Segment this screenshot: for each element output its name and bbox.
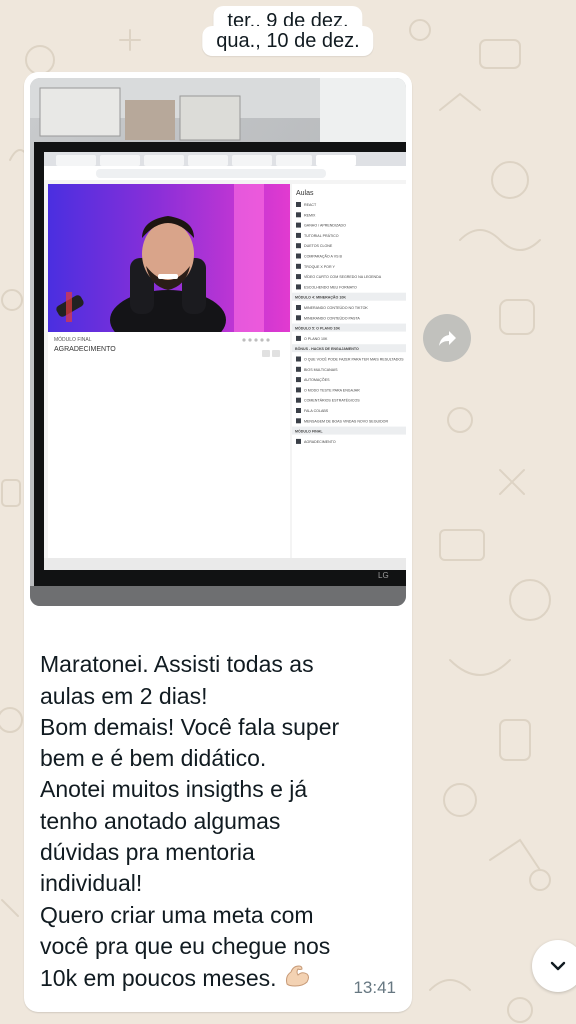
message-text: Maratonei. Assisti todas as aulas em 2 d…	[40, 618, 400, 995]
sidebar-checkbox	[296, 284, 301, 290]
sidebar-lesson[interactable]: REACT	[304, 203, 317, 207]
sidebar-lesson[interactable]: TUTORIAL PRÁTICO	[304, 234, 339, 238]
message-line: Bom demais! Você fala super	[40, 713, 340, 740]
sidebar-checkbox	[296, 263, 301, 269]
sidebar-checkbox	[296, 335, 301, 341]
message-line: tenho anotado algumas	[40, 807, 281, 834]
sidebar-checkbox	[296, 243, 301, 249]
sidebar-checkbox	[296, 356, 301, 362]
message-line: aulas em 2 dias!	[40, 682, 208, 709]
sidebar-lesson[interactable]: MINERANDO CONTEÚDO NO TIKTOK	[304, 305, 368, 310]
sidebar-section-title: BÔNUS - HACKS DE ENGAJAMENTO	[295, 346, 359, 351]
monitor-brand: LG	[378, 571, 389, 580]
message-time: 13:41	[353, 978, 396, 997]
sidebar-checkbox	[296, 202, 301, 207]
sidebar-checkbox	[296, 397, 301, 403]
sidebar-lesson[interactable]: REMIX	[304, 213, 316, 217]
date-separator: qua., 10 de dez.	[202, 26, 374, 56]
sidebar-lesson[interactable]: O QUE VOCÊ PODE FAZER PARA TER MAIS RESU…	[304, 357, 404, 362]
sidebar-checkbox	[296, 274, 301, 280]
message-line: dúvidas pra mentoria	[40, 839, 255, 866]
sidebar-section-title: MÓDULO FINAL	[295, 429, 323, 434]
sidebar-lesson[interactable]: DUETOS CLONE	[304, 244, 333, 248]
message-line: Quero criar uma meta com	[40, 901, 314, 928]
message-line: Maratonei. Assisti todas as	[40, 651, 314, 678]
sidebar-checkbox	[296, 387, 301, 393]
message-line: bem e é bem didático.	[40, 745, 267, 772]
video-lesson-title: AGRADECIMENTO	[54, 346, 116, 353]
sidebar-lesson[interactable]: COMPARAÇÃO A VS B	[304, 254, 342, 259]
sidebar-lesson[interactable]: O PLANO 10K	[304, 337, 328, 341]
sidebar-lesson[interactable]: BIOS MULTICANAIS	[304, 368, 338, 372]
share-button[interactable]	[423, 314, 471, 362]
sidebar-lesson[interactable]: COMENTÁRIOS ESTRATÉGICOS	[304, 398, 360, 403]
sidebar-lesson[interactable]: GANHO / APRENDIZADO	[304, 224, 346, 228]
sidebar-checkbox	[296, 366, 301, 372]
message-line: individual!	[40, 870, 143, 897]
message-photo[interactable]: MÓDULO FINAL AGRADECIMENTO Aulas REACT RE…	[30, 78, 406, 606]
share-forward-icon	[439, 331, 456, 346]
sidebar-checkbox	[296, 315, 301, 321]
sidebar-lesson[interactable]: TROQUE X POR Y	[304, 265, 335, 269]
message-line: você pra que eu chegue nos	[40, 932, 331, 959]
sidebar-checkbox	[296, 253, 301, 259]
chevron-down-icon	[550, 961, 566, 971]
sidebar-lesson[interactable]: O MODO TESTE PARA ENGAJAR	[304, 388, 360, 392]
sidebar-checkbox	[296, 212, 301, 218]
sidebar-checkbox	[296, 222, 301, 228]
sidebar-checkbox	[296, 438, 301, 444]
sidebar-checkbox	[296, 377, 301, 383]
sidebar-lesson[interactable]: FALA COLABS	[304, 409, 329, 413]
flexed-biceps-icon	[285, 965, 309, 987]
message-line: 10k em poucos meses.	[40, 965, 277, 992]
message-bubble[interactable]: MÓDULO FINAL AGRADECIMENTO Aulas REACT RE…	[24, 72, 412, 1012]
sidebar-lesson[interactable]: VÍDEO CURTO COM SEGREDO NA LEGENDA	[304, 275, 382, 279]
sidebar-lesson[interactable]: AGRADECIMENTO	[304, 440, 336, 444]
sidebar-lesson[interactable]: ESCOLHENDO MEU FORMATO	[304, 285, 357, 289]
sidebar-checkbox	[296, 418, 301, 424]
sidebar-lesson[interactable]: MENSAGEM DE BOAS VINDAS NOVO SEGUIDOR	[304, 419, 388, 423]
sidebar-checkbox	[296, 305, 301, 310]
sidebar-lesson[interactable]: AUTOMAÇÕES	[304, 377, 330, 382]
message-line: Anotei muitos insigths e já	[40, 776, 308, 803]
sidebar-title: Aulas	[296, 190, 314, 197]
sidebar-lesson[interactable]: MINERANDO CONTEÚDO PASTA	[304, 315, 360, 320]
sidebar-section-title: MÓDULO 5: O PLANO 10K	[295, 326, 341, 331]
video-module-label: MÓDULO FINAL	[54, 336, 92, 343]
sidebar-section-title: MÓDULO 4: MINERAÇÃO 10K	[295, 295, 346, 300]
scroll-down-button[interactable]	[532, 940, 576, 992]
sidebar-checkbox	[296, 408, 301, 413]
sidebar-checkbox	[296, 232, 301, 238]
